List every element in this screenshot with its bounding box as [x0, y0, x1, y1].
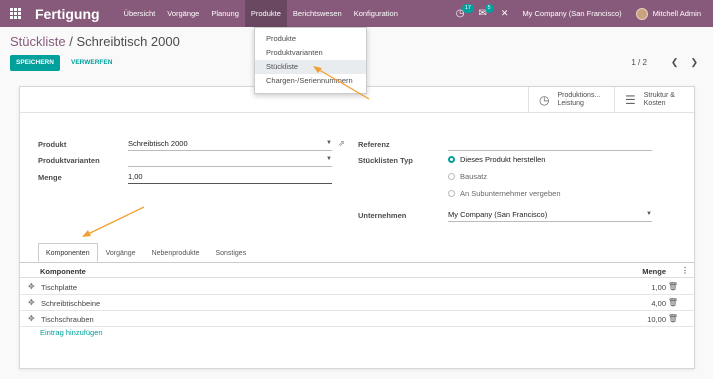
- radio-checked-icon: [448, 156, 455, 163]
- messages-badge: 5: [484, 4, 494, 13]
- menu-products[interactable]: Produkte: [244, 0, 287, 27]
- avatar[interactable]: [635, 7, 648, 20]
- user-menu[interactable]: Mitchell Admin: [653, 9, 701, 18]
- structure-cost-button[interactable]: ☰ Struktur & Kosten: [614, 87, 694, 113]
- chevron-down-icon[interactable]: ▼: [326, 156, 332, 162]
- company-switcher[interactable]: My Company (San Francisco): [522, 9, 621, 18]
- table-header: Komponente Menge ⋮: [20, 264, 694, 278]
- row-component[interactable]: Tischschrauben: [41, 315, 94, 324]
- external-link-icon[interactable]: ⇗: [338, 139, 345, 148]
- column-header-quantity[interactable]: Menge: [642, 267, 666, 276]
- row-component[interactable]: Tischplatte: [41, 283, 77, 292]
- trash-icon[interactable]: 🗑: [668, 314, 678, 323]
- column-header-component[interactable]: Komponente: [40, 267, 86, 276]
- variants-label: Produktvarianten: [38, 156, 100, 165]
- table-row[interactable]: ✥ Tischschrauben 10,00 🗑: [20, 311, 694, 327]
- company-value: My Company (San Francisco): [448, 210, 548, 219]
- reference-label: Referenz: [358, 140, 390, 149]
- structure-line1: Struktur &: [643, 92, 675, 99]
- row-quantity[interactable]: 10,00: [647, 315, 666, 324]
- pager: 1 / 2 ❮ ❯: [631, 57, 698, 68]
- trash-icon[interactable]: 🗑: [668, 298, 678, 307]
- clock-icon: ◷: [539, 93, 550, 107]
- menu-planning[interactable]: Planung: [205, 0, 245, 27]
- breadcrumb-separator: /: [65, 34, 77, 49]
- drag-handle-icon[interactable]: ✥: [28, 298, 35, 307]
- bom-type-radio-manufacture[interactable]: Dieses Produkt herstellen: [448, 155, 545, 164]
- bom-type-radio-kit[interactable]: Bausatz: [448, 172, 487, 181]
- drag-handle-icon[interactable]: ✥: [28, 282, 35, 291]
- tab-byproducts[interactable]: Nebenprodukte: [144, 243, 208, 262]
- form-sheet: ◷ Produktions... Leistung ☰ Struktur & Kos…: [19, 86, 695, 369]
- tab-misc[interactable]: Sonstiges: [207, 243, 254, 262]
- pager-value[interactable]: 1 / 2: [631, 58, 647, 67]
- table-row[interactable]: ✥ Tischplatte 1,00 🗑: [20, 279, 694, 295]
- optional-columns-icon[interactable]: ⋮: [681, 266, 689, 275]
- pager-prev-icon[interactable]: ❮: [671, 57, 679, 68]
- product-value: Schreibtisch 2000: [128, 139, 188, 148]
- menu-operations[interactable]: Vorgänge: [161, 0, 205, 27]
- row-quantity[interactable]: 4,00: [651, 299, 666, 308]
- activity-clock-icon[interactable]: ◷ 17: [456, 4, 474, 19]
- products-dropdown-menu: Produkte Produktvarianten Stückliste Cha…: [254, 27, 367, 94]
- production-line1: Produktions...: [557, 92, 601, 99]
- bom-type-label: Stücklisten Typ: [358, 156, 413, 165]
- reference-field[interactable]: [448, 139, 652, 151]
- drag-handle-icon[interactable]: ✥: [28, 314, 35, 323]
- chevron-down-icon[interactable]: ▼: [326, 140, 332, 146]
- systray: ◷ 17 ✉ 5 ✕ My Company (San Francisco) Mitc…: [456, 0, 713, 27]
- breadcrumb: Stückliste / Schreibtisch 2000: [10, 34, 180, 49]
- menu-reporting[interactable]: Berichtswesen: [287, 0, 348, 27]
- bars-icon: ☰: [625, 93, 636, 107]
- table-row[interactable]: ✥ Schreibtischbeine 4,00 🗑: [20, 295, 694, 311]
- dropdown-item-products[interactable]: Produkte: [255, 32, 366, 46]
- chevron-down-icon[interactable]: ▼: [646, 211, 652, 217]
- apps-menu-icon[interactable]: [10, 8, 21, 19]
- radio-unchecked-icon: [448, 173, 455, 180]
- bom-type-option-label: Bausatz: [460, 172, 488, 181]
- notebook-tabs: Komponenten Vorgänge Nebenprodukte Sonst…: [38, 243, 254, 262]
- quantity-field[interactable]: 1,00: [128, 172, 332, 184]
- tab-operations[interactable]: Vorgänge: [98, 243, 144, 262]
- row-quantity[interactable]: 1,00: [651, 283, 666, 292]
- top-navbar: Fertigung Übersicht Vorgänge Planung Pro…: [0, 0, 713, 27]
- pager-next-icon[interactable]: ❯: [690, 57, 698, 68]
- company-field[interactable]: My Company (San Francisco) ▼: [448, 210, 652, 222]
- structure-line2: Kosten: [643, 100, 666, 107]
- structure-button-label: Struktur & Kosten: [644, 92, 675, 108]
- dropdown-item-lots[interactable]: Chargen-/Seriennummern: [255, 74, 366, 88]
- production-button-label: Produktions... Leistung: [557, 92, 600, 108]
- add-line-link[interactable]: Eintrag hinzufügen: [40, 328, 103, 337]
- breadcrumb-parent[interactable]: Stückliste: [10, 34, 66, 49]
- discard-button[interactable]: VERWERFEN: [71, 55, 112, 71]
- variants-field[interactable]: ▼: [128, 155, 332, 167]
- messages-icon[interactable]: ✉ 5: [479, 4, 494, 19]
- production-performance-button[interactable]: ◷ Produktions... Leistung: [528, 87, 614, 113]
- radio-unchecked-icon: [448, 190, 455, 197]
- breadcrumb-current: Schreibtisch 2000: [76, 34, 180, 49]
- company-label: Unternehmen: [358, 211, 407, 220]
- bom-type-option-label: Dieses Produkt herstellen: [460, 155, 546, 164]
- quantity-label: Menge: [38, 173, 62, 182]
- quantity-value: 1,00: [128, 172, 143, 181]
- trash-icon[interactable]: 🗑: [668, 282, 678, 291]
- product-field[interactable]: Schreibtisch 2000 ▼: [128, 139, 332, 151]
- product-label: Produkt: [38, 140, 67, 149]
- dropdown-item-bom[interactable]: Stückliste: [255, 60, 366, 74]
- dropdown-item-variants[interactable]: Produktvarianten: [255, 46, 366, 60]
- app-brand[interactable]: Fertigung: [35, 6, 100, 22]
- save-button[interactable]: SPEICHERN: [10, 55, 60, 71]
- main-menu: Übersicht Vorgänge Planung Produkte Beri…: [118, 0, 404, 27]
- debug-tools-icon[interactable]: ✕: [501, 8, 509, 19]
- menu-configuration[interactable]: Konfiguration: [348, 0, 404, 27]
- tab-components[interactable]: Komponenten: [38, 243, 98, 262]
- production-line2: Leistung: [557, 100, 584, 107]
- bom-type-radio-subcontract[interactable]: An Subunternehmer vergeben: [448, 189, 561, 198]
- bom-type-option-label: An Subunternehmer vergeben: [460, 189, 561, 198]
- activity-badge: 17: [461, 4, 474, 13]
- row-component[interactable]: Schreibtischbeine: [41, 299, 100, 308]
- menu-overview[interactable]: Übersicht: [118, 0, 162, 27]
- tabs-divider: [20, 262, 694, 263]
